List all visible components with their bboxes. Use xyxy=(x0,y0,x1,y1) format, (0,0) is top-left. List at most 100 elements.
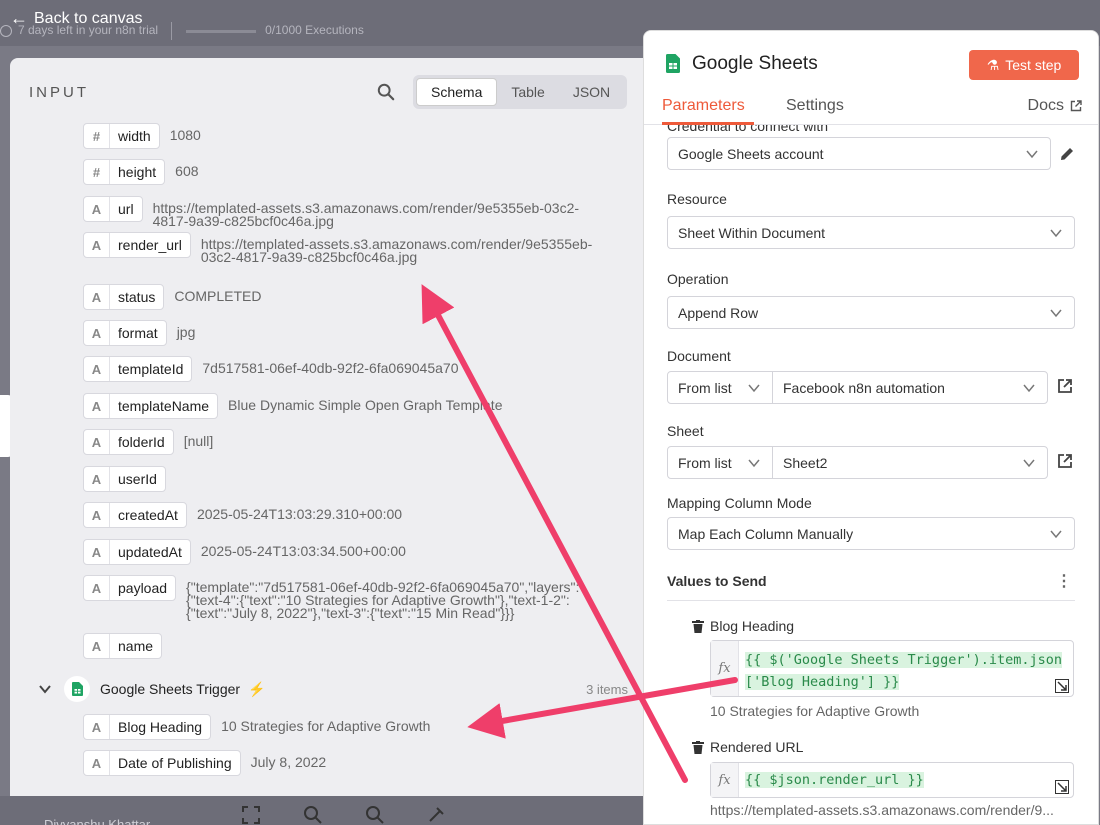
field-pill[interactable]: A userId xyxy=(83,466,166,492)
field-pill[interactable]: A url xyxy=(83,196,143,222)
more-options-icon[interactable]: ⋮ xyxy=(1056,571,1072,591)
tab-parameters[interactable]: Parameters xyxy=(662,97,745,115)
document-select[interactable]: Facebook n8n automation xyxy=(772,371,1048,404)
sheet-select[interactable]: Sheet2 xyxy=(772,446,1048,479)
docs-label: Docs xyxy=(1027,97,1064,114)
schema-field[interactable]: A url https://templated-assets.s3.amazon… xyxy=(83,196,608,228)
field-pill[interactable]: # height xyxy=(83,159,166,185)
schema-field[interactable]: A status COMPLETED xyxy=(83,284,261,310)
trigger-field[interactable]: A Blog Heading 10 Strategies for Adaptiv… xyxy=(83,714,430,740)
trial-text: 7 days left in your n8n trial xyxy=(18,23,159,38)
field-pill[interactable]: A templateName xyxy=(83,393,219,419)
field-pill[interactable]: # width xyxy=(83,123,160,149)
schema-field[interactable]: A templateName Blue Dynamic Simple Open … xyxy=(83,393,502,419)
node-title: Google Sheets xyxy=(692,53,818,74)
value-field-label: Blog Heading xyxy=(692,618,794,634)
field-value: 2025-05-24T13:03:34.500+00:00 xyxy=(200,543,406,559)
chevron-down-icon xyxy=(748,384,760,393)
fit-view-icon[interactable] xyxy=(240,804,262,825)
chevron-down-icon[interactable] xyxy=(38,682,52,696)
resource-select[interactable]: Sheet Within Document xyxy=(667,216,1075,249)
value-field-label: Rendered URL xyxy=(692,739,803,755)
field-pill[interactable]: A createdAt xyxy=(83,502,187,528)
field-value: July 8, 2022 xyxy=(250,754,327,770)
expression-editor[interactable]: fx {{ $json.render_url }} xyxy=(710,762,1074,798)
field-pill[interactable]: A payload xyxy=(83,575,177,601)
schema-field[interactable]: A format jpg xyxy=(83,320,195,346)
canvas-bottom-bar: Divyanshu Khattar xyxy=(0,796,643,825)
field-value: 2025-05-24T13:03:29.310+00:00 xyxy=(196,506,403,522)
trash-icon[interactable] xyxy=(692,619,704,633)
field-type-icon: A xyxy=(84,576,110,600)
parameters-header: Google Sheets ⚗ Test step Parameters Set… xyxy=(644,31,1098,125)
tab-settings[interactable]: Settings xyxy=(786,97,844,115)
credential-value: Google Sheets account xyxy=(678,145,824,162)
sheet-mode-select[interactable]: From list xyxy=(667,446,773,479)
operation-value: Append Row xyxy=(678,304,759,321)
field-type-icon: # xyxy=(84,124,110,148)
field-pill[interactable]: A updatedAt xyxy=(83,539,191,565)
schema-field[interactable]: A updatedAt 2025-05-24T13:03:34.500+00:0… xyxy=(83,539,406,565)
expand-icon[interactable] xyxy=(1055,780,1069,794)
field-value: https://templated-assets.s3.amazonaws.co… xyxy=(152,200,580,229)
tidy-up-icon[interactable] xyxy=(425,804,447,825)
tab-table[interactable]: Table xyxy=(497,78,558,106)
field-pill[interactable]: A folderId xyxy=(83,429,174,455)
google-sheets-icon xyxy=(666,54,680,73)
mapping-mode-select[interactable]: Map Each Column Manually xyxy=(667,517,1075,550)
field-value: COMPLETED xyxy=(174,288,262,304)
schema-field[interactable]: A render_url https://templated-assets.s3… xyxy=(83,232,616,264)
operation-select[interactable]: Append Row xyxy=(667,296,1075,329)
search-icon[interactable] xyxy=(377,83,395,101)
zoom-in-icon[interactable] xyxy=(302,804,324,825)
test-step-button[interactable]: ⚗ Test step xyxy=(969,50,1079,80)
field-key: height xyxy=(118,164,157,180)
pencil-icon[interactable] xyxy=(1058,145,1076,163)
document-mode-select[interactable]: From list xyxy=(667,371,773,404)
input-panel: INPUT Schema Table JSON # width 1080 # h… xyxy=(10,58,644,796)
sheet-mode-value: From list xyxy=(678,454,732,471)
field-type-icon: A xyxy=(84,197,110,221)
field-pill[interactable]: A Date of Publishing xyxy=(83,750,241,776)
schema-field[interactable]: A templateId 7d517581-06ef-40db-92f2-6fa… xyxy=(83,356,459,382)
trigger-field[interactable]: A Date of Publishing July 8, 2022 xyxy=(83,750,326,776)
field-pill[interactable]: A format xyxy=(83,320,167,346)
expression-code: {{ $json.render_url }} xyxy=(745,769,924,791)
external-link-icon[interactable] xyxy=(1056,377,1074,395)
divider xyxy=(171,22,173,40)
field-key: format xyxy=(118,325,158,341)
field-pill[interactable]: A render_url xyxy=(83,232,191,258)
field-pill[interactable]: A name xyxy=(83,633,163,659)
field-key: Date of Publishing xyxy=(118,755,232,771)
tab-json[interactable]: JSON xyxy=(559,78,624,106)
schema-field[interactable]: A payload {"template":"7d517581-06ef-40d… xyxy=(83,575,616,620)
field-pill[interactable]: A status xyxy=(83,284,165,310)
view-mode-tabs: Schema Table JSON xyxy=(413,75,628,109)
field-value: Blue Dynamic Simple Open Graph Template xyxy=(228,397,503,413)
field-pill[interactable]: A templateId xyxy=(83,356,193,382)
field-type-icon: A xyxy=(84,285,110,309)
schema-field[interactable]: A userId xyxy=(83,466,176,492)
field-value: 1080 xyxy=(169,127,201,143)
expression-editor[interactable]: fx {{ $('Google Sheets Trigger').item.js… xyxy=(710,640,1074,697)
field-value: jpg xyxy=(176,324,196,340)
expression-code: {{ $('Google Sheets Trigger').item.json … xyxy=(745,649,1062,693)
field-pill[interactable]: A Blog Heading xyxy=(83,714,212,740)
field-type-icon: A xyxy=(84,503,110,527)
schema-field[interactable]: A name xyxy=(83,633,172,659)
schema-field[interactable]: A folderId [null] xyxy=(83,429,213,455)
trash-icon[interactable] xyxy=(692,740,704,754)
credential-select[interactable]: Google Sheets account xyxy=(667,137,1051,170)
chevron-down-icon xyxy=(1026,150,1038,159)
schema-field[interactable]: # height 608 xyxy=(83,159,199,185)
expand-icon[interactable] xyxy=(1055,679,1069,693)
field-type-icon: A xyxy=(84,467,110,491)
external-link-icon[interactable] xyxy=(1056,452,1074,470)
schema-field[interactable]: A createdAt 2025-05-24T13:03:29.310+00:0… xyxy=(83,502,402,528)
schema-field[interactable]: # width 1080 xyxy=(83,123,201,149)
trigger-node-row[interactable]: Google Sheets Trigger ⚡ 3 items xyxy=(38,674,628,704)
chevron-down-icon xyxy=(1023,459,1035,468)
docs-link[interactable]: Docs xyxy=(1028,97,1082,115)
tab-schema[interactable]: Schema xyxy=(416,78,498,106)
zoom-out-icon[interactable] xyxy=(364,804,386,825)
